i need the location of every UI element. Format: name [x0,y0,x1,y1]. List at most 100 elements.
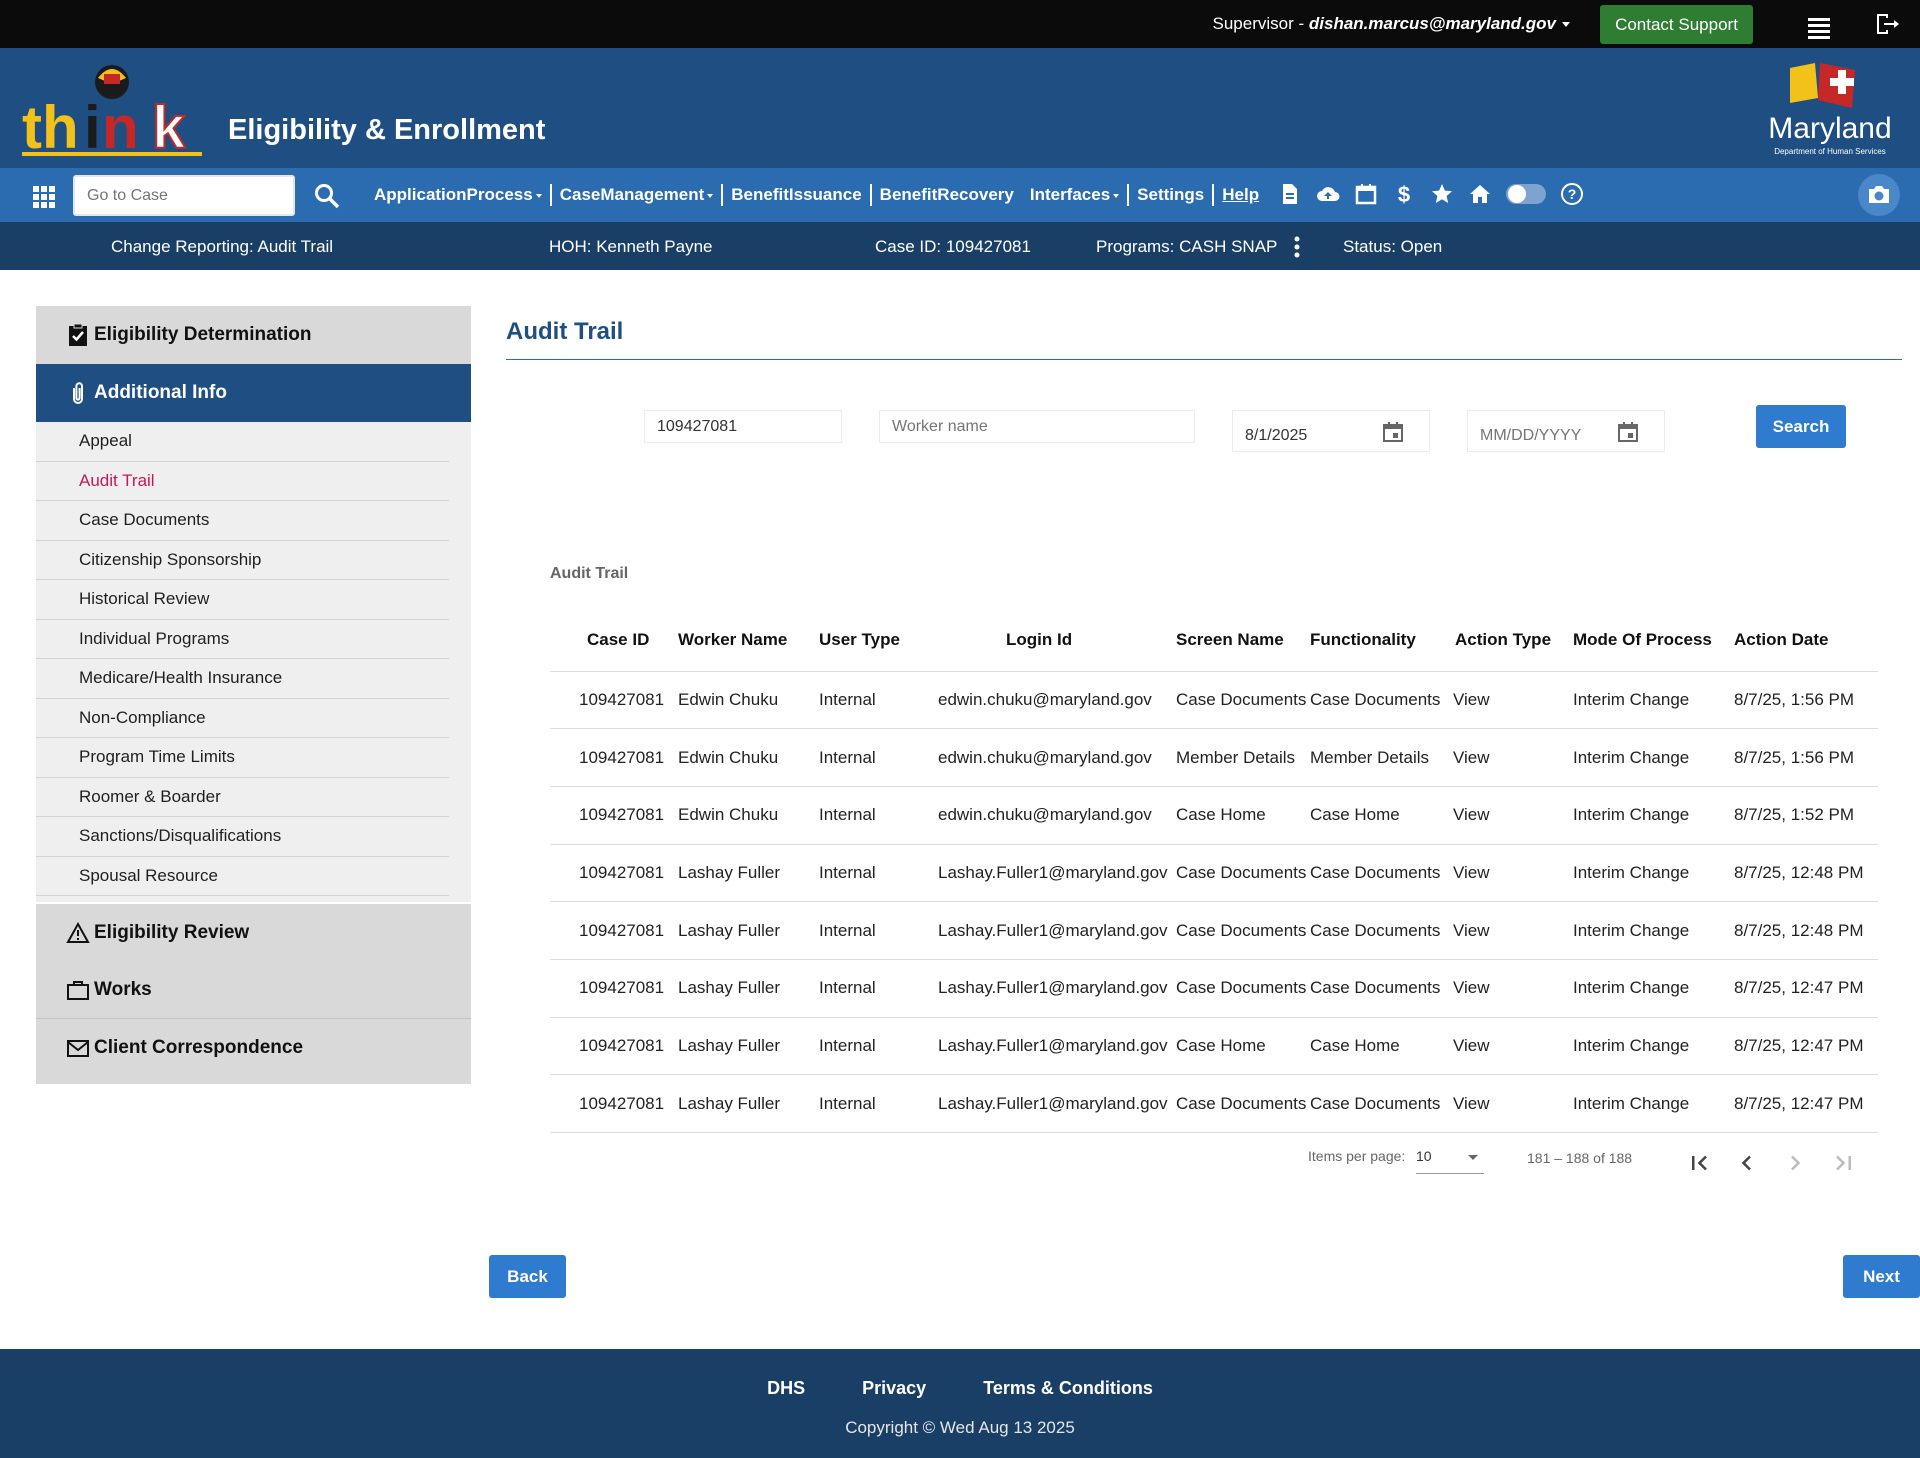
chevron-down-icon [1562,22,1570,28]
back-button[interactable]: Back [489,1255,566,1298]
cell-functionality: Member Details [1310,728,1453,787]
sidebar-item-appeal[interactable]: Appeal [36,422,449,462]
cell-action-date: 8/7/25, 12:48 PM [1733,901,1878,960]
search-button[interactable]: Search [1756,405,1846,448]
sidebar-item-program-time-limits[interactable]: Program Time Limits [36,738,449,778]
footer-link-privacy[interactable]: Privacy [862,1378,926,1398]
table-row[interactable]: 109427081 Edwin Chuku Internal edwin.chuku@… [550,728,1878,787]
logout-icon[interactable] [1874,12,1900,36]
user-menu[interactable]: Supervisor - dishan.marcus@maryland.gov [1213,14,1570,34]
cell-login-id: edwin.chuku@maryland.gov [930,728,1168,787]
first-page-icon[interactable] [1688,1151,1712,1175]
cell-functionality: Case Documents [1310,959,1453,1018]
footer-link-terms[interactable]: Terms & Conditions [983,1378,1153,1398]
col-screen-name[interactable]: Screen Name [1168,610,1310,672]
items-per-page-select[interactable]: 10 [1416,1148,1484,1174]
sidebar-item-individual-programs[interactable]: Individual Programs [36,620,449,659]
svg-text:$: $ [1398,182,1410,206]
chevron-down-icon [1113,193,1120,198]
table-row[interactable]: 109427081 Lashay Fuller Internal Lashay.Ful… [550,1074,1878,1133]
dollar-icon[interactable]: $ [1392,182,1416,206]
table-row[interactable]: 109427081 Lashay Fuller Internal Lashay.Ful… [550,844,1878,903]
calendar-icon[interactable] [1381,420,1405,444]
nav-application-process[interactable]: ApplicationProcess [366,184,552,206]
table-row[interactable]: 109427081 Lashay Fuller Internal Lashay.Ful… [550,901,1878,960]
cell-action-date: 8/7/25, 12:48 PM [1733,844,1878,903]
nav-benefit-issuance[interactable]: BenefitIssuance [723,184,872,206]
last-page-icon[interactable] [1831,1151,1855,1175]
table-row[interactable]: 109427081 Lashay Fuller Internal Lashay.Ful… [550,1017,1878,1076]
sidebar-item-roomer-boarder[interactable]: Roomer & Boarder [36,778,449,817]
divider [506,359,1902,360]
cell-action-type: View [1453,728,1573,787]
chevron-down-icon [535,193,542,198]
nav-benefit-recovery[interactable]: BenefitRecovery [872,184,1022,206]
sidebar-client-correspondence[interactable]: Client Correspondence [36,1019,471,1076]
status-label: Status: Open [1343,237,1443,256]
sidebar-item-sanctions-disqualifications[interactable]: Sanctions/Disqualifications [36,817,449,857]
table-row[interactable]: 109427081 Lashay Fuller Internal Lashay.Ful… [550,959,1878,1018]
cell-action-type: View [1453,786,1573,845]
case-id-filter-input[interactable] [644,410,842,443]
cell-worker-name: Edwin Chuku [678,671,810,730]
cell-action-type: View [1453,1074,1573,1133]
sidebar-eligibility-review[interactable]: Eligibility Review [36,904,471,961]
col-action-date[interactable]: Action Date [1733,610,1878,672]
sidebar-eligibility-determination[interactable]: Eligibility Determination [36,306,471,364]
sidebar-works[interactable]: Works [36,961,471,1018]
sidebar-item-non-compliance[interactable]: Non-Compliance [36,699,449,738]
next-button[interactable]: Next [1843,1255,1920,1298]
cloud-upload-icon[interactable] [1316,182,1340,206]
theme-toggle[interactable] [1506,184,1546,204]
calendar-icon[interactable] [1616,420,1640,444]
cell-action-date: 8/7/25, 1:56 PM [1733,728,1878,787]
sidebar-item-audit-trail[interactable]: Audit Trail [36,462,449,501]
page-context: Change Reporting: Audit Trail [111,237,334,256]
cell-case-id: 109427081 [550,1017,678,1076]
star-icon[interactable] [1430,182,1454,206]
chevron-down-icon [707,193,714,198]
table-row[interactable]: 109427081 Edwin Chuku Internal edwin.chuku@… [550,671,1878,730]
go-to-case-input[interactable] [73,175,295,216]
think-logo[interactable]: th i n k [22,60,207,160]
nav-settings[interactable]: Settings [1129,184,1215,206]
sidebar-item-spousal-resource[interactable]: Spousal Resource [36,857,449,896]
col-login-id[interactable]: Login Id [930,610,1168,672]
worker-name-filter-input[interactable] [879,410,1195,443]
search-icon[interactable] [314,183,340,209]
nav-help[interactable]: Help [1214,185,1267,205]
calendar-icon[interactable] [1354,182,1378,206]
sidebar-item-citizenship-sponsorship[interactable]: Citizenship Sponsorship [36,541,449,580]
table-row[interactable]: 109427081 Edwin Chuku Internal edwin.chuku@… [550,786,1878,845]
document-icon[interactable] [1278,182,1302,206]
sidebar-item-case-documents[interactable]: Case Documents [36,501,449,541]
screenshot-button[interactable] [1858,174,1900,216]
sidebar-item-historical-review[interactable]: Historical Review [36,580,449,620]
maryland-logo-text: Maryland [1768,112,1891,145]
cell-mode-of-process: Interim Change [1573,728,1733,787]
nav-case-management[interactable]: CaseManagement [552,184,724,206]
col-case-id[interactable]: Case ID [550,610,678,672]
case-id-label: Case ID: 109427081 [875,237,1031,256]
clipboard-check-icon [69,323,87,346]
home-icon[interactable] [1468,182,1492,206]
apps-grid-icon[interactable] [33,186,55,208]
col-action-type[interactable]: Action Type [1453,610,1573,672]
contact-support-button[interactable]: Contact Support [1600,5,1753,44]
cell-user-type: Internal [810,728,930,787]
sidebar-item-medicare-health-insurance[interactable]: Medicare/Health Insurance [36,659,449,699]
col-user-type[interactable]: User Type [810,610,930,672]
col-mode-of-process[interactable]: Mode Of Process [1573,610,1733,672]
more-options-icon[interactable] [1294,236,1300,258]
sidebar-additional-info[interactable]: Additional Info [36,364,471,422]
col-functionality[interactable]: Functionality [1310,610,1453,672]
next-page-icon[interactable] [1783,1151,1807,1175]
cell-action-date: 8/7/25, 12:47 PM [1733,1074,1878,1133]
col-worker-name[interactable]: Worker Name [678,610,810,672]
footer-link-dhs[interactable]: DHS [767,1378,805,1398]
help-circle-icon[interactable]: ? [1560,182,1584,206]
previous-page-icon[interactable] [1735,1151,1759,1175]
nav-interfaces[interactable]: Interfaces [1022,184,1130,206]
menu-icon[interactable] [1808,18,1830,39]
maryland-logo-subtext: Department of Human Services [1774,147,1886,156]
